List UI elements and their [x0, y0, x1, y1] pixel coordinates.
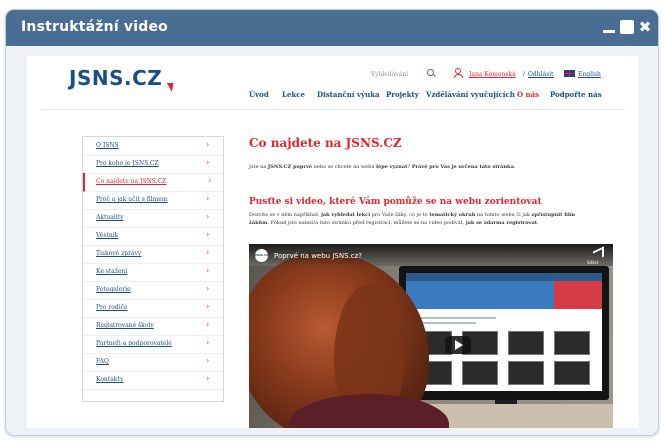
video-dialog: Instruktážní video ✖ JSNS.CZ Vyhledávání… — [5, 9, 659, 436]
dialog-title: Instruktážní video — [21, 19, 168, 35]
sidebar-item-proc-a-jak[interactable]: Proč a jak učit s filmem › — [83, 191, 223, 210]
sidebar-menu: O JSNS › Pro koho je JSNS.CZ › Co najdete … — [82, 136, 224, 402]
nav-uvod[interactable]: Úvod — [249, 90, 269, 99]
chevron-right-icon: › — [208, 176, 212, 185]
cursor-arrow-icon — [166, 80, 178, 92]
maximize-icon[interactable] — [620, 20, 634, 34]
sidebar-item-o-jsns[interactable]: O JSNS › — [83, 137, 223, 156]
nav-lekce[interactable]: Lekce — [282, 90, 305, 99]
user-icon — [454, 68, 463, 78]
chevron-right-icon: › — [206, 212, 210, 221]
nav-projekty[interactable]: Projekty — [386, 90, 419, 99]
site-logo[interactable]: JSNS.CZ — [69, 66, 178, 92]
language-link[interactable]: English — [578, 71, 601, 78]
nav-podporte-nas[interactable]: Podpořte nás — [550, 90, 602, 99]
share-label[interactable]: Sdílet — [587, 260, 598, 265]
sidebar-item-vestnik[interactable]: Věstník › — [83, 227, 223, 246]
video-player[interactable]: JSNS.CZ Poprvé na webu JSNS.cz? Sdílet — [249, 244, 613, 428]
video-title[interactable]: Poprvé na webu JSNS.cz? — [274, 252, 362, 260]
search-link[interactable]: Vyhledávání — [371, 71, 408, 78]
website-page: JSNS.CZ Vyhledávání Jana Komenská / Odhl… — [27, 56, 639, 428]
sidebar-item-fotogalerie[interactable]: Fotogalerie › — [83, 281, 223, 300]
header-divider — [41, 109, 625, 110]
sidebar-item-ke-stazeni[interactable]: Ke stažení › — [83, 263, 223, 282]
chevron-right-icon: › — [206, 248, 210, 257]
search-icon[interactable] — [427, 69, 434, 76]
intro-paragraph: Jste na JSNS.CZ poprvé nebo se chcete na… — [249, 164, 516, 170]
top-link-separator: / — [523, 71, 526, 78]
sidebar-item-pro-rodice[interactable]: Pro rodiče › — [83, 299, 223, 318]
nav-o-nas[interactable]: O nás — [517, 90, 539, 99]
chevron-right-icon: › — [206, 284, 210, 293]
sidebar-item-registrovane-skoly[interactable]: Registrované školy › — [83, 317, 223, 336]
minimize-icon[interactable] — [602, 20, 616, 34]
chevron-right-icon: › — [206, 194, 210, 203]
video-frame-monitor — [399, 266, 609, 400]
chevron-right-icon: › — [206, 158, 210, 167]
chevron-right-icon: › — [206, 230, 210, 239]
english-flag-icon[interactable] — [564, 70, 575, 77]
video-heading: Pusťte si video, které Vám pomůže se na … — [249, 197, 542, 207]
close-icon[interactable]: ✖ — [638, 20, 652, 35]
chevron-right-icon: › — [206, 338, 210, 347]
dialog-titlebar[interactable]: Instruktážní video ✖ — [6, 10, 658, 46]
nav-vzdelavani-vyucujicich[interactable]: Vzdělávání vyučujících — [426, 90, 515, 99]
sidebar-item-kontakty[interactable]: Kontakty › — [83, 371, 223, 390]
sidebar-item-tiskove-zpravy[interactable]: Tiskové zprávy › — [83, 245, 223, 264]
chevron-right-icon: › — [206, 266, 210, 275]
video-frame-screen — [406, 273, 602, 391]
sidebar-item-pro-koho[interactable]: Pro koho je JSNS.CZ › — [83, 155, 223, 174]
page-title: Co najdete na JSNS.CZ — [249, 136, 402, 150]
sidebar-item-partneri[interactable]: Partneři a podporovatelé › — [83, 335, 223, 354]
chevron-right-icon: › — [206, 374, 210, 383]
sidebar-item-faq[interactable]: FAQ › — [83, 353, 223, 372]
user-link[interactable]: Jana Komenská — [469, 71, 516, 78]
chevron-right-icon: › — [206, 356, 210, 365]
chevron-right-icon: › — [206, 140, 210, 149]
logout-link[interactable]: Odhlásit — [528, 71, 554, 78]
sidebar-item-co-najdete[interactable]: Co najdete na JSNS.CZ › — [83, 173, 223, 192]
video-description-line-2: žákům. Pokud jste nalezi/a tuto stránku … — [249, 220, 539, 226]
channel-avatar[interactable]: JSNS.CZ — [255, 249, 268, 262]
sidebar-item-aktuality[interactable]: Aktuality › — [83, 209, 223, 228]
play-button[interactable] — [445, 336, 471, 354]
chevron-right-icon: › — [206, 320, 210, 329]
video-description-line-1: Dozvíte se v něm například, jak vyhledat… — [249, 212, 576, 218]
chevron-right-icon: › — [206, 302, 210, 311]
nav-distancni-vyuka[interactable]: Distanční výuka — [317, 90, 380, 99]
video-top-bar: JSNS.CZ Poprvé na webu JSNS.cz? Sdílet — [249, 244, 613, 266]
site-logo-text: JSNS.CZ — [69, 66, 163, 90]
